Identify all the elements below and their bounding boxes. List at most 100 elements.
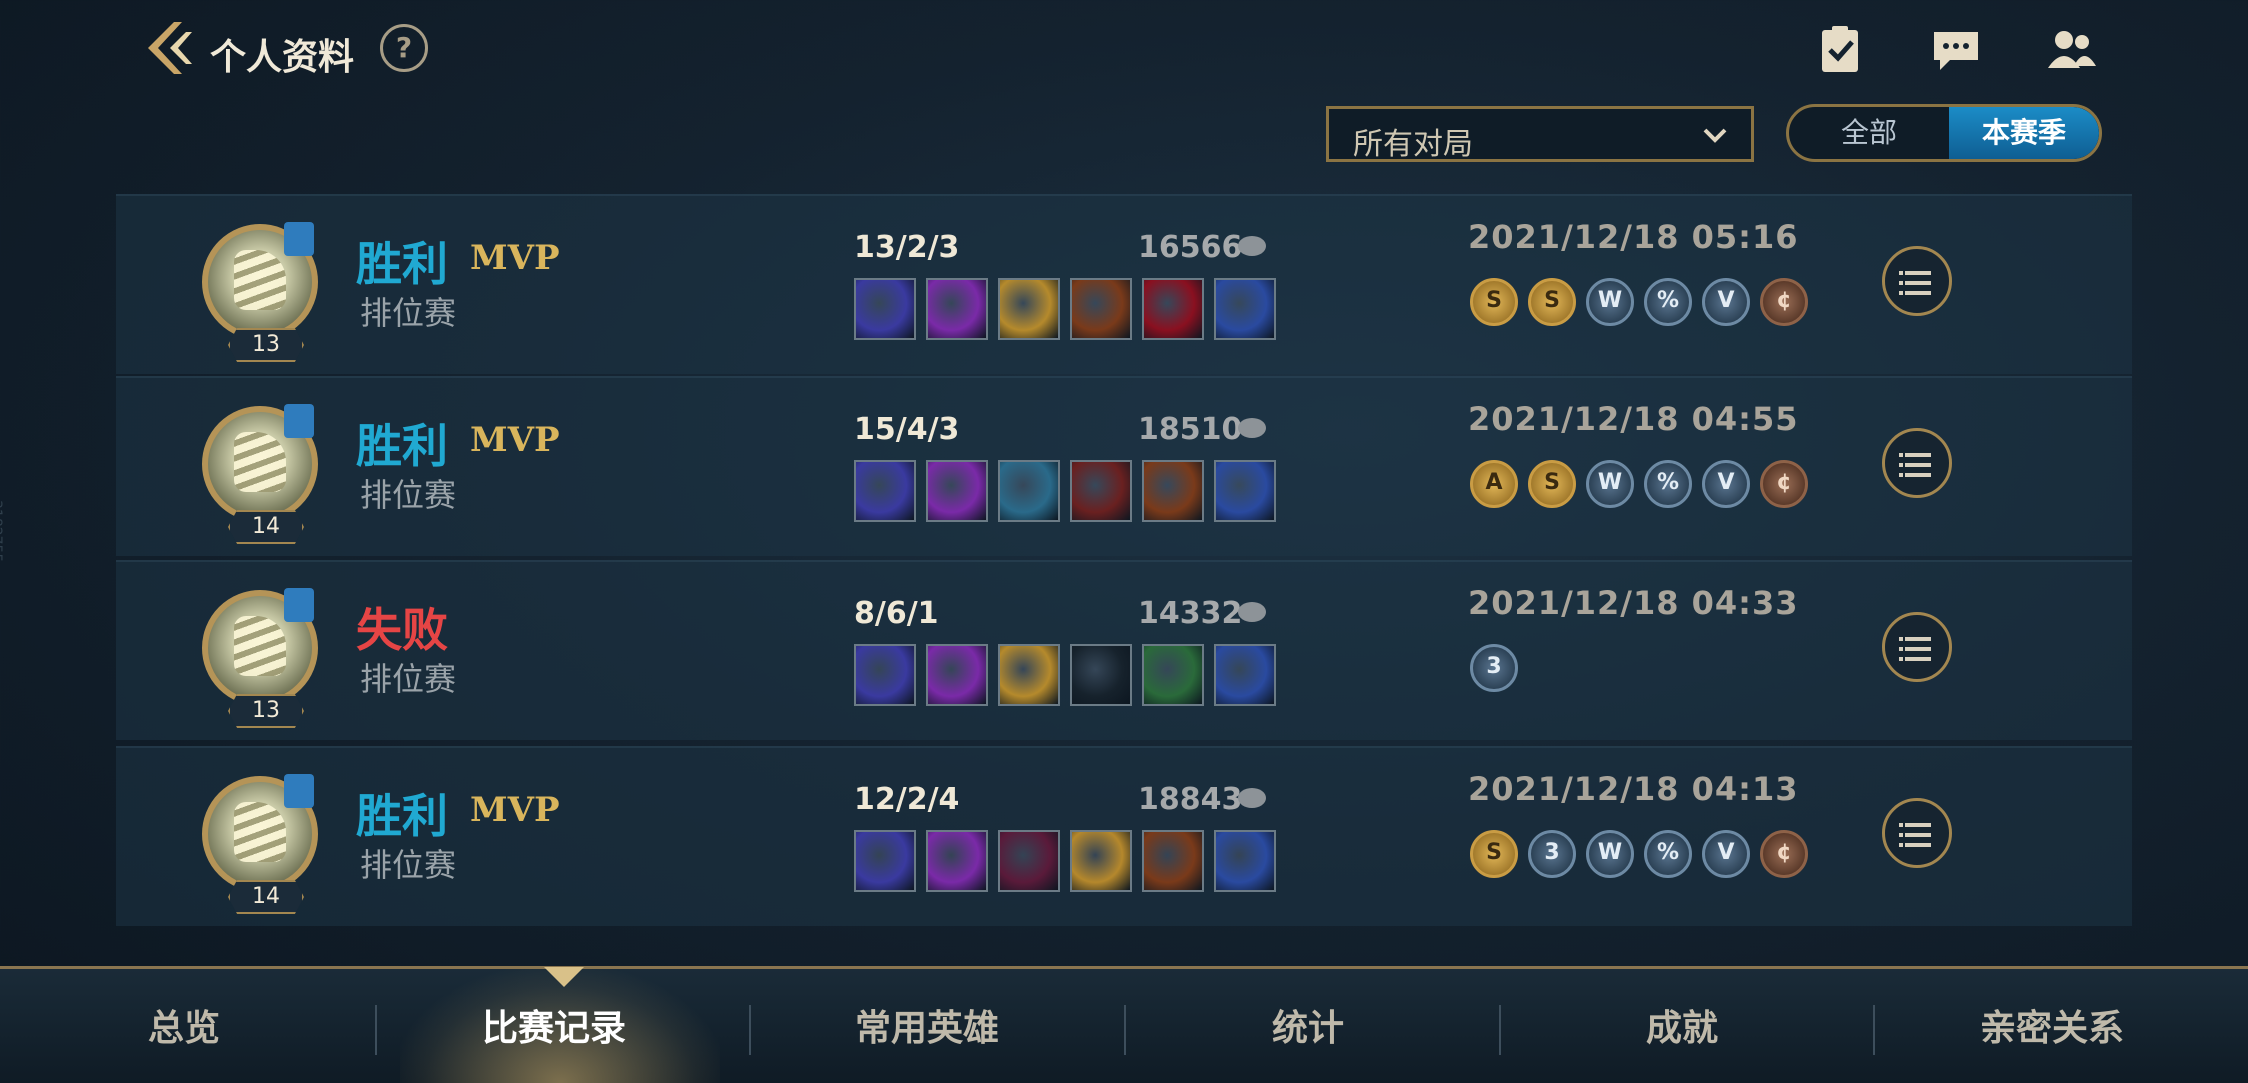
side-id-text: 3182755	[0, 500, 4, 563]
match-datetime: 2021/12/18 04:55	[1468, 400, 1799, 438]
match-result: 胜利	[356, 419, 448, 473]
kda-text: 15/4/3	[854, 412, 960, 447]
match-mode: 排位赛	[360, 476, 457, 514]
item-icon	[1142, 644, 1204, 706]
hero-level: 14	[228, 510, 304, 544]
match-filter-dropdown[interactable]: 所有对局	[1326, 106, 1754, 162]
help-button[interactable]: ?	[380, 24, 428, 72]
tab-common-heroes[interactable]: 常用英雄	[855, 999, 999, 1051]
item-icon	[1142, 460, 1204, 522]
match-row[interactable]: 14 胜利 MVP 排位赛 12/2/4 18843 2021/12/18 04…	[116, 746, 2132, 926]
achievement-badge-icon: S	[1528, 278, 1576, 326]
achievement-badge-icon: W	[1586, 278, 1634, 326]
tab-divider	[375, 1005, 377, 1055]
gold-amount: 14332	[1138, 596, 1243, 631]
item-icon	[926, 278, 988, 340]
gold-coin-icon	[1238, 788, 1266, 808]
achievement-badge-icon: %	[1644, 278, 1692, 326]
match-mode: 排位赛	[360, 846, 457, 884]
match-datetime: 2021/12/18 04:33	[1468, 584, 1799, 622]
item-icon	[1142, 830, 1204, 892]
match-datetime: 2021/12/18 04:13	[1468, 770, 1799, 808]
item-icon	[998, 460, 1060, 522]
match-mode: 排位赛	[360, 294, 457, 332]
item-icon	[998, 644, 1060, 706]
tab-divider	[1499, 1005, 1501, 1055]
team-party-icon	[284, 774, 314, 808]
achievement-badge-icon: ¢	[1760, 278, 1808, 326]
item-icon	[998, 278, 1060, 340]
item-icon	[854, 830, 916, 892]
mvp-label: MVP	[470, 790, 560, 830]
item-icon	[854, 460, 916, 522]
chevron-down-icon	[1703, 128, 1727, 143]
match-result: 胜利	[356, 237, 448, 291]
friends-icon[interactable]	[2044, 22, 2100, 78]
achievement-badge-icon: 3	[1470, 644, 1518, 692]
season-toggle[interactable]: 全部 本赛季	[1786, 104, 2102, 162]
kda-text: 13/2/3	[854, 230, 960, 265]
item-icon	[1214, 278, 1276, 340]
team-party-icon	[284, 588, 314, 622]
filter-value: 所有对局	[1353, 127, 1473, 162]
item-icon	[926, 830, 988, 892]
hero-level: 13	[228, 328, 304, 362]
match-mode: 排位赛	[360, 660, 457, 698]
achievement-badge-icon: S	[1470, 278, 1518, 326]
mvp-label: MVP	[470, 420, 560, 460]
achievement-badge-icon: V	[1702, 460, 1750, 508]
match-row[interactable]: 14 胜利 MVP 排位赛 15/4/3 18510 2021/12/18 04…	[116, 376, 2132, 556]
achievement-badge-icon: V	[1702, 830, 1750, 878]
achievement-badge-icon: W	[1586, 460, 1634, 508]
match-detail-button[interactable]	[1882, 612, 1952, 682]
item-icon	[926, 644, 988, 706]
mvp-label: MVP	[470, 238, 560, 278]
gold-coin-icon	[1238, 418, 1266, 438]
tab-divider	[749, 1005, 751, 1055]
tab-divider	[1873, 1005, 1875, 1055]
kda-text: 8/6/1	[854, 596, 939, 631]
gold-amount: 18843	[1138, 782, 1243, 817]
achievement-badge-icon: ¢	[1760, 460, 1808, 508]
match-row[interactable]: 13 胜利 MVP 排位赛 13/2/3 16566 2021/12/18 05…	[116, 194, 2132, 374]
item-icon	[854, 278, 916, 340]
item-icon	[1214, 460, 1276, 522]
achievement-badge-icon: V	[1702, 278, 1750, 326]
match-result: 胜利	[356, 789, 448, 843]
gold-coin-icon	[1238, 236, 1266, 256]
achievement-badge-icon: 3	[1528, 830, 1576, 878]
match-row[interactable]: 13 失败 排位赛 8/6/1 14332 2021/12/18 04:33 3	[116, 560, 2132, 740]
kda-text: 12/2/4	[854, 782, 960, 817]
item-icon	[1214, 830, 1276, 892]
hero-level: 13	[228, 694, 304, 728]
item-icon	[854, 644, 916, 706]
team-party-icon	[284, 222, 314, 256]
tab-achievements[interactable]: 成就	[1646, 999, 1718, 1051]
achievement-badge-icon: ¢	[1760, 830, 1808, 878]
gold-amount: 16566	[1138, 230, 1243, 265]
chat-bubble-icon[interactable]	[1928, 22, 1984, 78]
active-tab-notch-icon	[544, 967, 584, 987]
page-title: 个人资料	[210, 37, 355, 78]
item-icon	[1214, 644, 1276, 706]
gold-amount: 18510	[1138, 412, 1243, 447]
match-detail-button[interactable]	[1882, 246, 1952, 316]
item-icon	[926, 460, 988, 522]
gold-coin-icon	[1238, 602, 1266, 622]
match-datetime: 2021/12/18 05:16	[1468, 218, 1799, 256]
tab-divider	[1124, 1005, 1126, 1055]
item-icon	[1070, 830, 1132, 892]
tab-match-history[interactable]: 比赛记录	[482, 999, 626, 1051]
clipboard-check-icon[interactable]	[1812, 22, 1868, 78]
tab-overview[interactable]: 总览	[148, 999, 220, 1051]
toggle-all[interactable]: 全部	[1789, 107, 1949, 159]
match-result: 失败	[356, 603, 448, 657]
match-detail-button[interactable]	[1882, 428, 1952, 498]
achievement-badge-icon: A	[1470, 460, 1518, 508]
item-icon	[1070, 644, 1132, 706]
back-icon[interactable]	[138, 18, 198, 78]
match-detail-button[interactable]	[1882, 798, 1952, 868]
toggle-current-season[interactable]: 本赛季	[1949, 107, 2099, 159]
tab-statistics[interactable]: 统计	[1272, 999, 1344, 1051]
tab-relationships[interactable]: 亲密关系	[1980, 999, 2124, 1051]
